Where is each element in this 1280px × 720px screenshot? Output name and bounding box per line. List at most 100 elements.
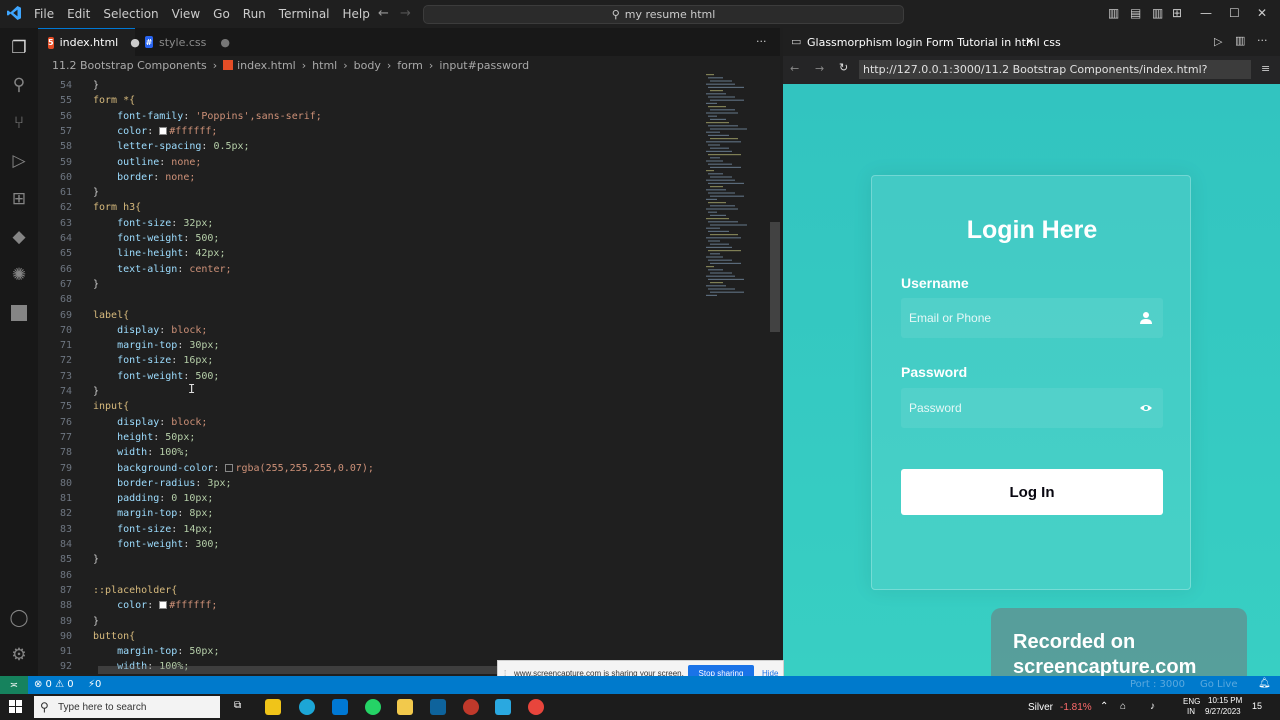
menu-icon[interactable]: ≡ — [1261, 62, 1270, 75]
menu-help[interactable]: Help — [343, 7, 370, 21]
code-line[interactable]: 79 background-color: rgba(255,255,255,0.… — [38, 461, 698, 476]
go-live-button[interactable]: Go Live — [1200, 679, 1237, 690]
split-editor-icon[interactable]: ▥ — [1235, 34, 1245, 47]
openai-icon[interactable]: ✺ — [9, 265, 29, 285]
settings-gear-icon[interactable]: ⚙ — [9, 645, 29, 665]
edge-browser-icon[interactable] — [299, 699, 315, 715]
explorer-icon[interactable]: ❐ — [9, 38, 29, 58]
code-line[interactable]: 71 margin-top: 30px; — [38, 338, 698, 353]
minimap[interactable] — [702, 74, 772, 314]
toggle-primary-sidebar-icon[interactable]: ▥ — [1108, 6, 1119, 20]
search-icon[interactable]: ⚲ — [9, 75, 29, 95]
breadcrumb-folder[interactable]: 11.2 Bootstrap Components — [52, 59, 207, 72]
more-actions-icon[interactable]: ··· — [1257, 34, 1268, 47]
code-editor[interactable]: 54} 55 form *{56 font-family: 'Poppins',sa… — [38, 74, 780, 676]
forward-arrow-icon[interactable]: → — [400, 6, 411, 21]
code-line[interactable]: 72 font-size: 16px; — [38, 353, 698, 368]
remote-indicator-icon[interactable]: ≍ — [0, 676, 28, 694]
toggle-secondary-sidebar-icon[interactable]: ▥ — [1152, 6, 1163, 20]
back-arrow-icon[interactable]: ← — [378, 6, 389, 21]
code-line[interactable]: 60 border: none; — [38, 170, 698, 185]
code-line[interactable]: 75 input{ — [38, 399, 698, 414]
code-line[interactable]: 64 font-weight: 500; — [38, 231, 698, 246]
close-tab-icon[interactable]: ✕ — [1025, 35, 1034, 48]
code-line[interactable]: 77 height: 50px; — [38, 430, 698, 445]
run-icon[interactable]: ▷ — [1214, 35, 1222, 48]
stock-change[interactable]: -1.81% — [1060, 702, 1092, 713]
screen-recorder-icon[interactable] — [463, 699, 479, 715]
breadcrumb-input-password[interactable]: input#password — [439, 59, 529, 72]
color-swatch[interactable] — [159, 601, 168, 610]
clock-date[interactable]: 9/27/2023 — [1205, 707, 1241, 716]
minimize-icon[interactable]: — — [1200, 6, 1212, 20]
close-window-icon[interactable]: ✕ — [1257, 6, 1267, 20]
maximize-icon[interactable]: ☐ — [1229, 6, 1240, 20]
account-icon[interactable]: ◯ — [9, 608, 29, 628]
task-view-icon[interactable]: ⧉ — [234, 700, 241, 711]
code-line[interactable]: 89} — [38, 614, 698, 629]
tab-index-html[interactable]: 5 index.html ● — [38, 28, 140, 56]
code-line[interactable]: 74} — [38, 384, 698, 399]
problems-count[interactable]: ⊗ 0 ⚠ 0 — [34, 679, 74, 690]
code-line[interactable]: 65 line-height: 42px; — [38, 246, 698, 261]
menu-file[interactable]: File — [34, 7, 54, 21]
extensions-icon[interactable]: ⊞ — [9, 189, 29, 209]
ports-count[interactable]: ⚡0 — [88, 679, 101, 690]
menu-go[interactable]: Go — [213, 7, 230, 21]
url-input[interactable]: http://127.0.0.1:3000/11.2 Bootstrap Com… — [859, 60, 1251, 79]
code-line[interactable]: 73 font-weight: 500; — [38, 369, 698, 384]
chrome-browser-icon[interactable] — [528, 699, 544, 715]
color-swatch[interactable] — [225, 463, 234, 472]
code-line[interactable]: 90 button{ — [38, 629, 698, 644]
code-line[interactable]: 80 border-radius: 3px; — [38, 476, 698, 491]
password-input[interactable]: Password — [901, 388, 1163, 428]
code-line[interactable]: 59 outline: none; — [38, 155, 698, 170]
notifications-bell-icon[interactable]: 🔔︎ — [1258, 678, 1271, 689]
code-line[interactable]: 55 form *{ — [38, 93, 698, 108]
toggle-panel-icon[interactable]: ▤ — [1130, 6, 1141, 20]
code-line[interactable]: 87::placeholder{ — [38, 583, 698, 598]
code-line[interactable]: 85} — [38, 552, 698, 567]
code-line[interactable]: 68 — [38, 292, 698, 307]
taskbar-search[interactable]: ⚲ Type here to search — [34, 696, 220, 718]
code-line[interactable]: 82 margin-top: 8px; — [38, 506, 698, 521]
source-control-icon[interactable]: ⑂ — [9, 113, 29, 133]
forward-arrow-icon[interactable]: → — [815, 62, 824, 75]
weather-label[interactable]: Silver — [1028, 702, 1053, 713]
vscode-logo-icon[interactable] — [6, 5, 22, 21]
login-button[interactable]: Log In — [901, 469, 1163, 515]
code-line[interactable]: 57 color: #ffffff; — [38, 124, 698, 139]
notification-count[interactable]: 15 — [1252, 701, 1262, 711]
vertical-scrollbar[interactable] — [770, 222, 780, 332]
language-in[interactable]: IN — [1187, 707, 1195, 716]
breadcrumb-form[interactable]: form — [397, 59, 423, 72]
tab-style-css[interactable]: # style.css ● — [135, 28, 230, 56]
language-en[interactable]: ENG — [1183, 697, 1200, 706]
python-icon[interactable]: ◆ — [9, 227, 29, 247]
code-line[interactable]: 91 margin-top: 50px; — [38, 644, 698, 659]
code-line[interactable]: 78 width: 100%; — [38, 445, 698, 460]
menu-selection[interactable]: Selection — [103, 7, 158, 21]
code-line[interactable]: 86 — [38, 568, 698, 583]
code-line[interactable]: 63 font-size: 32px; — [38, 216, 698, 231]
back-arrow-icon[interactable]: ← — [790, 62, 799, 75]
file-explorer-icon[interactable] — [397, 699, 413, 715]
code-line[interactable]: 88 color: #ffffff; — [38, 598, 698, 613]
breadcrumb-file[interactable]: index.html — [237, 59, 296, 72]
code-line[interactable]: 84 font-weight: 300; — [38, 537, 698, 552]
code-line[interactable]: 69 label{ — [38, 308, 698, 323]
store-app-icon[interactable] — [265, 699, 281, 715]
code-line[interactable]: 61} — [38, 185, 698, 200]
code-line[interactable]: 70 display: block; — [38, 323, 698, 338]
unsaved-dot-icon[interactable]: ● — [220, 36, 230, 49]
customize-layout-icon[interactable]: ⊞ — [1172, 6, 1182, 20]
port-info[interactable]: Port : 3000 — [1130, 679, 1185, 690]
windows-start-icon[interactable] — [9, 700, 22, 713]
vscode-taskbar-icon[interactable] — [430, 699, 446, 715]
code-line[interactable]: 66 text-align: center; — [38, 262, 698, 277]
code-line[interactable]: 67} — [38, 277, 698, 292]
remote-explorer-icon[interactable] — [9, 305, 29, 325]
menu-view[interactable]: View — [172, 7, 200, 21]
reload-icon[interactable]: ↻ — [839, 61, 848, 74]
app-icon[interactable] — [495, 699, 511, 715]
